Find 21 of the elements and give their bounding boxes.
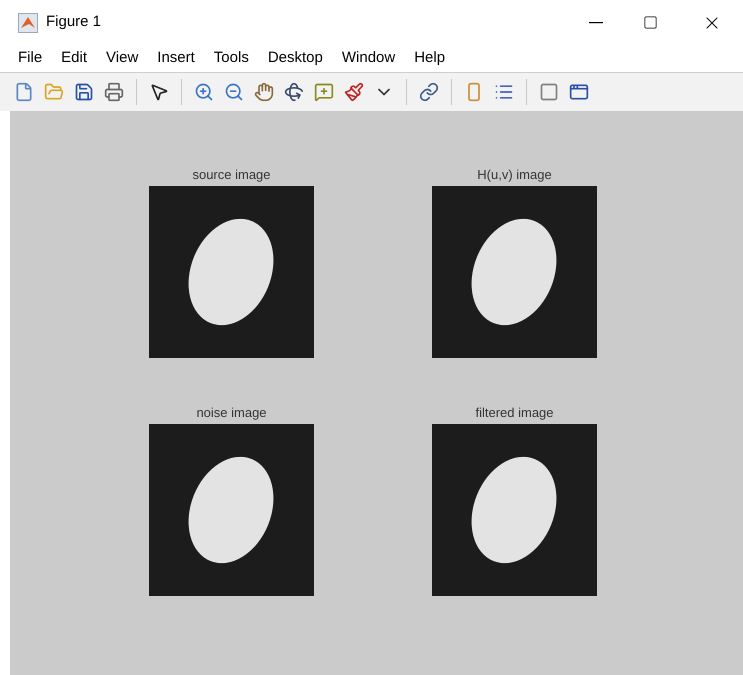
maximize-icon bbox=[642, 15, 658, 30]
menu-item[interactable]: Window bbox=[342, 47, 396, 70]
axes-title: filtered image bbox=[475, 404, 554, 422]
axes-title: H(u,v) image bbox=[477, 166, 552, 184]
hand-icon[interactable] bbox=[252, 80, 276, 104]
rotate-icon[interactable] bbox=[282, 80, 306, 104]
menu-item[interactable]: Help bbox=[414, 47, 446, 70]
axes-title: source image bbox=[192, 166, 271, 184]
menu-item[interactable]: Edit bbox=[61, 47, 88, 70]
minimize-icon bbox=[589, 22, 603, 24]
brush-icon[interactable] bbox=[342, 80, 366, 104]
menu-item[interactable]: Insert bbox=[157, 47, 195, 70]
link-plot-icon[interactable] bbox=[417, 80, 441, 104]
menu-item[interactable]: Tools bbox=[214, 47, 249, 70]
menu-item[interactable]: View bbox=[106, 47, 138, 70]
menu-item[interactable]: Desktop bbox=[268, 47, 323, 70]
menu-item[interactable]: File bbox=[18, 47, 42, 70]
window-title: Figure 1 bbox=[46, 12, 102, 32]
axes-title: noise image bbox=[196, 404, 267, 422]
app-logo-icon bbox=[18, 12, 38, 32]
printer-icon[interactable] bbox=[102, 80, 126, 104]
